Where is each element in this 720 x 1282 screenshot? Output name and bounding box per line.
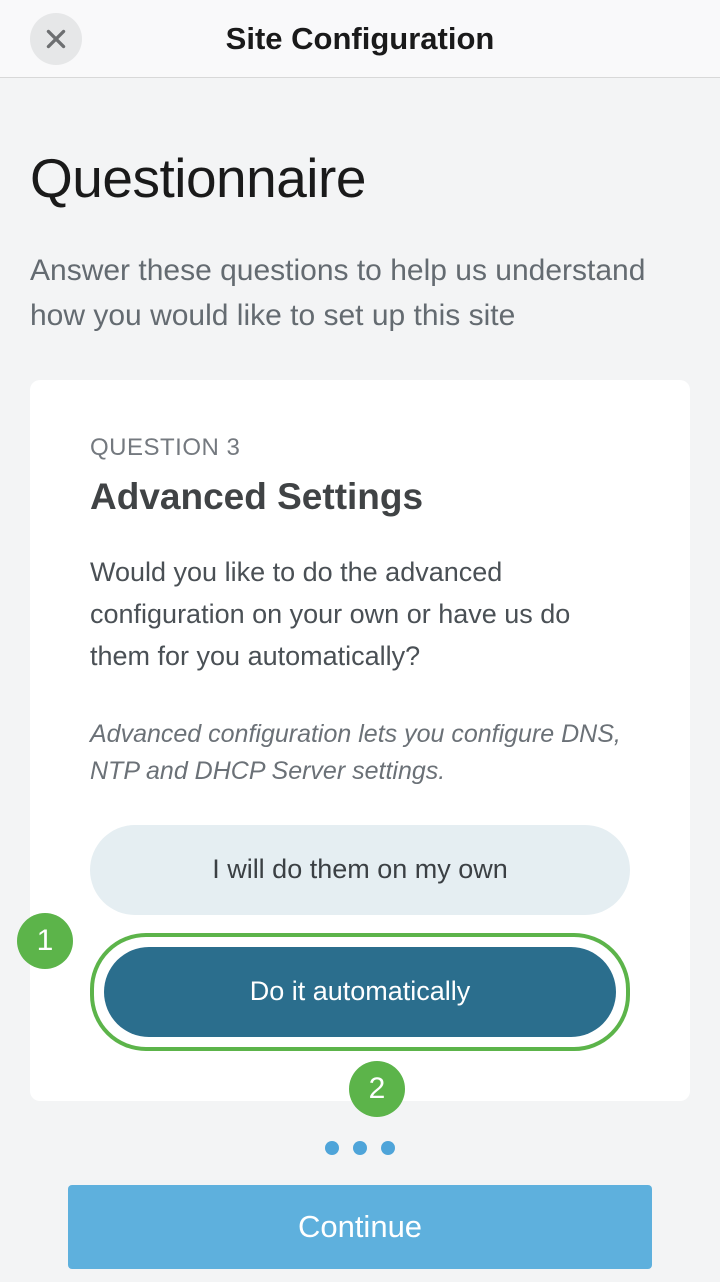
option-automatic-button[interactable]: Do it automatically — [104, 947, 616, 1037]
annotation-badge-1: 1 — [17, 913, 73, 969]
pagination-dot[interactable] — [325, 1141, 339, 1155]
pagination-dot[interactable] — [381, 1141, 395, 1155]
option-selected-highlight: Do it automatically — [90, 933, 630, 1051]
header: Site Configuration — [0, 0, 720, 78]
pagination-dot[interactable] — [353, 1141, 367, 1155]
page-subtitle: Answer these questions to help us unders… — [30, 248, 690, 338]
close-button[interactable] — [30, 13, 82, 65]
close-icon — [43, 26, 69, 52]
annotation-badge-2: 2 — [349, 1061, 405, 1117]
option-manual-button[interactable]: I will do them on my own — [90, 825, 630, 915]
pagination-dots — [30, 1141, 690, 1155]
question-label: QUESTION 3 — [90, 434, 630, 462]
continue-button[interactable]: Continue — [68, 1185, 652, 1269]
question-text: Would you like to do the advanced config… — [90, 552, 630, 678]
question-title: Advanced Settings — [90, 476, 630, 518]
header-title: Site Configuration — [0, 21, 720, 57]
question-note: Advanced configuration lets you configur… — [90, 716, 630, 791]
question-card: QUESTION 3 Advanced Settings Would you l… — [30, 380, 690, 1101]
page-title: Questionnaire — [30, 146, 690, 210]
